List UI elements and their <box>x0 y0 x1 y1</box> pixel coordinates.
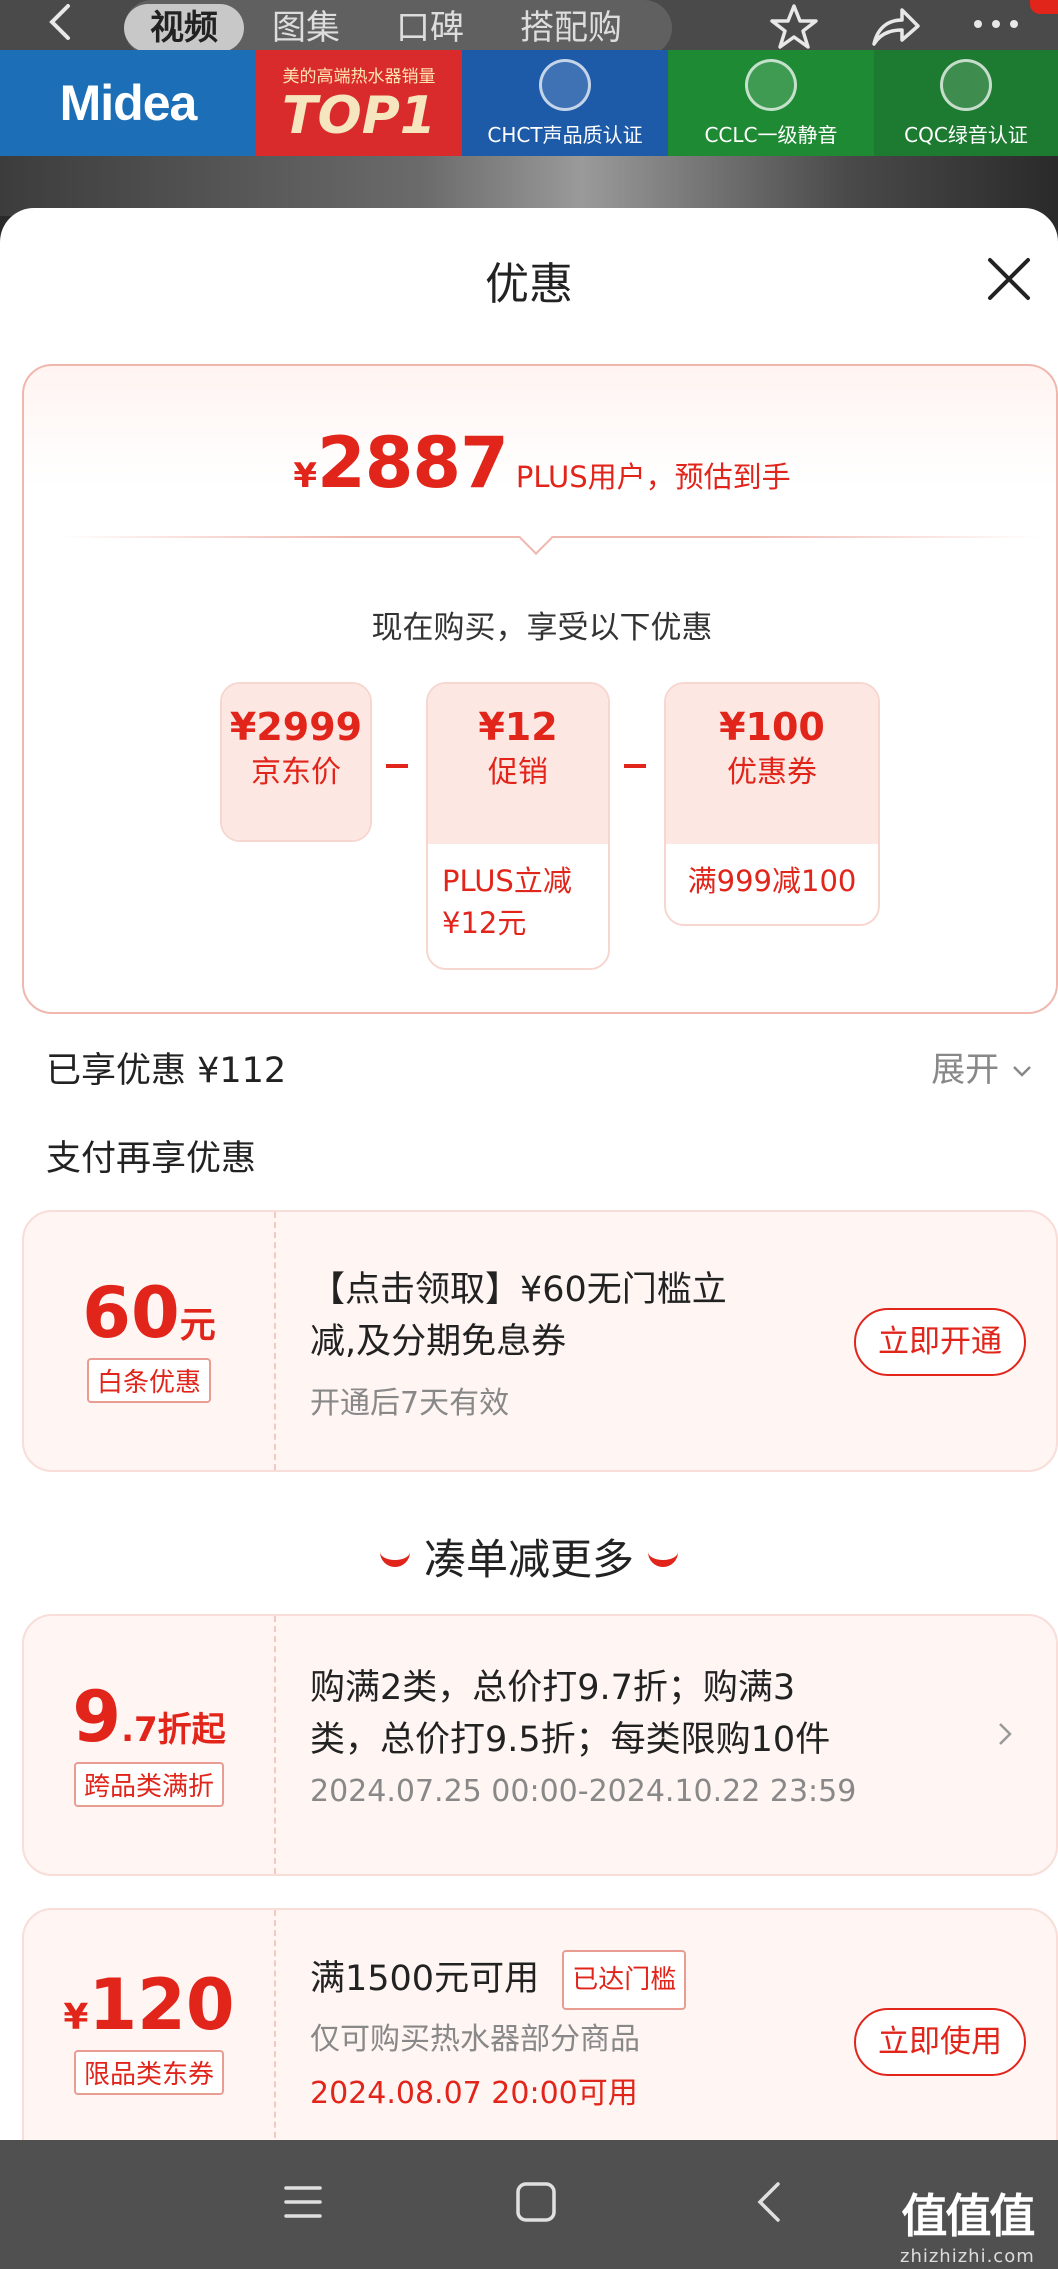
threshold-met-badge: 已达门槛 <box>562 1950 687 2010</box>
coupon-title-row: 满1500元可用 已达门槛 <box>310 1950 687 2010</box>
use-coupon-button[interactable]: 立即使用 <box>854 2008 1026 2076</box>
estimated-price: ¥2887 PLUS用户，预估到手 <box>24 422 1058 504</box>
tile-coupon: ¥100 优惠券 满999减100 <box>664 682 880 926</box>
coupon-condition: 满1500元可用 <box>310 1959 540 1999</box>
cert-seal-icon <box>940 58 992 111</box>
product-photo <box>0 156 1058 216</box>
top-navigation: 视频 图集 口碑 搭配购 <box>0 0 1058 56</box>
tile-amount: ¥100 <box>719 705 825 749</box>
offer-tag: 白条优惠 <box>86 1358 211 1403</box>
chevron-right-icon[interactable] <box>994 1716 1016 1761</box>
bundle-heading-text: 凑单减更多 <box>423 1535 634 1584</box>
final-price-description: PLUS用户，预估到手 <box>515 460 791 494</box>
top1-caption: 美的高端热水器销量 <box>282 66 436 87</box>
cert-label: CQC绿音认证 <box>904 122 1028 147</box>
watermark-domain: zhizhizhi.com <box>900 2246 1035 2267</box>
minus-sign <box>386 764 408 768</box>
discount-sheet: 优惠 ¥2887 PLUS用户，预估到手 现在购买，享受以下优惠 ¥2999 京东… <box>0 208 1058 2140</box>
expand-button[interactable]: 展开 <box>931 1042 1034 1091</box>
cert-label: CCLC一级静音 <box>704 122 838 147</box>
offer-amount-unit: 元 <box>179 1305 216 1346</box>
sheet-title: 优惠 <box>485 259 573 310</box>
bundle-heading: 凑单减更多 <box>0 1526 1058 1587</box>
discount-rule-line2: 类，总价打9.5折；每类限购10件 <box>310 1720 831 1760</box>
expand-label: 展开 <box>931 1050 1000 1090</box>
coupon-available-time: 2024.08.07 20:00可用 <box>310 2076 638 2111</box>
coupon-details: 满1500元可用 已达门槛 仅可购买热水器部分商品 2024.08.07 20:… <box>310 1950 687 2112</box>
smile-icon <box>379 1551 410 1567</box>
coupon-amount-value: 120 <box>88 1964 235 2046</box>
activate-button[interactable]: 立即开通 <box>854 1308 1026 1376</box>
tile-label: 优惠券 <box>727 755 817 790</box>
discount-rate: 9.7折起 <box>24 1616 274 1758</box>
discount-rate-big: 9 <box>72 1676 122 1758</box>
close-icon[interactable] <box>984 254 1034 304</box>
offer-details: 【点击领取】¥60无门槛立 减,及分期免息券 开通后7天有效 <box>310 1264 727 1422</box>
baitiao-offer-card[interactable]: 60元 白条优惠 【点击领取】¥60无门槛立 减,及分期免息券 开通后7天有效 … <box>22 1210 1058 1472</box>
notification-badge <box>1030 0 1058 14</box>
watermark-logo-text: 值值值 <box>901 2189 1035 2243</box>
price-breakdown-card: ¥2887 PLUS用户，预估到手 现在购买，享受以下优惠 ¥2999 京东价 ¥… <box>22 364 1058 1014</box>
cross-category-discount-card[interactable]: 9.7折起 跨品类满折 购满2类，总价打9.7折；购满3 类，总价打9.5折；每… <box>22 1614 1058 1876</box>
discount-details: 购满2类，总价打9.7折；购满3 类，总价打9.5折；每类限购10件 2024.… <box>310 1662 856 1809</box>
cert-chct: CHCT声品质认证 <box>462 50 668 156</box>
jd-coupon-card[interactable]: ¥120 限品类东券 满1500元可用 已达门槛 仅可购买热水器部分商品 202… <box>22 1908 1058 2140</box>
chevron-down-icon <box>1013 1066 1031 1077</box>
cert-label: CHCT声品质认证 <box>487 122 643 147</box>
currency-symbol: ¥ <box>293 456 317 496</box>
discount-rule-line1: 购满2类，总价打9.7折；购满3 <box>310 1668 796 1708</box>
coupon-amount: ¥120 <box>24 1910 274 2046</box>
tile-jd-price: ¥2999 京东价 <box>220 682 372 842</box>
enjoyed-discount-label: 已享优惠 ¥112 <box>46 1051 287 1091</box>
final-price-value: 2887 <box>317 422 509 504</box>
offer-amount: 60元 <box>24 1212 274 1354</box>
offer-validity: 开通后7天有效 <box>310 1386 510 1421</box>
breakdown-subtitle: 现在购买，享受以下优惠 <box>371 610 713 646</box>
discount-value-column: 9.7折起 跨品类满折 <box>24 1616 276 1874</box>
cert-seal-icon <box>539 58 591 111</box>
discount-period: 2024.07.25 00:00-2024.10.22 23:59 <box>310 1774 857 1809</box>
cert-cqc: CQC绿音认证 <box>874 50 1058 156</box>
product-banner: Midea 美的高端热水器销量 TOP1 CHCT声品质认证 CCLC一级静音 … <box>0 50 1058 156</box>
offer-title-line1: 【点击领取】¥60无门槛立 <box>310 1270 727 1310</box>
discount-tag: 跨品类满折 <box>73 1762 224 1807</box>
recent-apps-icon[interactable] <box>280 2180 326 2228</box>
media-tabs: 视频 图集 口碑 搭配购 <box>124 0 672 56</box>
minus-sign <box>624 764 646 768</box>
tab-gallery[interactable]: 图集 <box>244 6 368 50</box>
offer-amount-value: 60 <box>82 1272 180 1354</box>
cert-cclc: CCLC一级静音 <box>668 50 874 156</box>
divider-notch <box>519 521 553 555</box>
coupon-currency: ¥ <box>63 1997 89 2038</box>
back-icon[interactable] <box>750 2178 790 2230</box>
tile-promotion: ¥12 促销 PLUS立减 ¥12元 <box>426 682 610 970</box>
smile-icon <box>648 1551 678 1567</box>
cert-seal-icon <box>745 58 797 111</box>
brand-logo: Midea <box>0 50 256 156</box>
offer-value-column: 60元 白条优惠 <box>24 1212 276 1470</box>
coupon-value-column: ¥120 限品类东券 <box>24 1910 276 2140</box>
coupon-tag: 限品类东券 <box>73 2050 224 2095</box>
top1-badge: 美的高端热水器销量 TOP1 <box>256 50 462 156</box>
back-arrow-icon[interactable] <box>40 0 90 44</box>
tab-video[interactable]: 视频 <box>124 4 244 52</box>
pay-more-label: 支付再享优惠 <box>46 1139 257 1179</box>
tile-note: 满999减100 <box>687 864 857 898</box>
site-watermark: 值值值 zhizhizhi.com <box>900 2180 1035 2267</box>
tile-label: 促销 <box>488 755 548 790</box>
tile-note: PLUS立减 ¥12元 <box>442 864 572 940</box>
more-icon[interactable] <box>968 2 1028 54</box>
discount-rate-small: .7折起 <box>121 1710 226 1750</box>
tile-amount: ¥2999 <box>229 705 363 749</box>
tile-amount: ¥12 <box>478 705 558 749</box>
tab-bundle[interactable]: 搭配购 <box>492 6 650 50</box>
coupon-scope: 仅可购买热水器部分商品 <box>310 2022 640 2057</box>
tile-label: 京东价 <box>251 755 341 790</box>
top1-text: TOP1 <box>282 85 436 146</box>
home-icon[interactable] <box>512 2178 560 2230</box>
tab-reviews[interactable]: 口碑 <box>368 6 492 50</box>
offer-title-line2: 减,及分期免息券 <box>310 1322 567 1362</box>
